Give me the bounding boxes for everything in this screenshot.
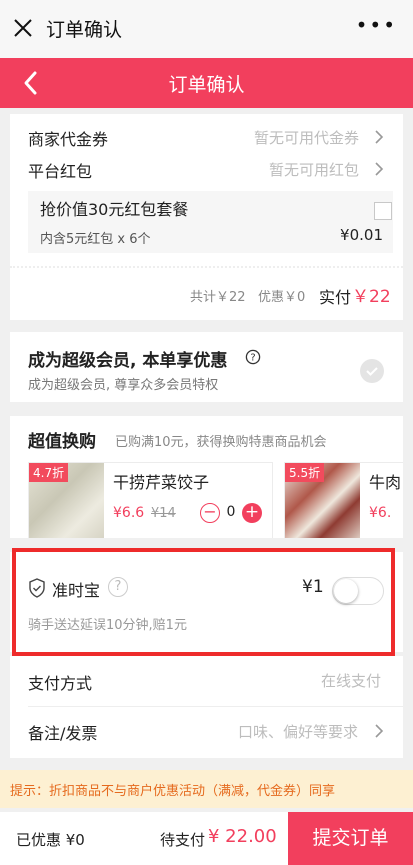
package-desc: 内含5元红包 x 6个 [40, 232, 151, 247]
svg-text:?: ? [250, 353, 255, 364]
payment-method-value: 在线支付 [321, 672, 382, 690]
platform-redpacket-value: 暂无可用红包 [269, 161, 360, 179]
divider [28, 706, 403, 707]
decrease-button[interactable]: − [200, 503, 220, 523]
discount-badge: 4.7折 [29, 463, 69, 482]
browser-title: 订单确认 [46, 19, 123, 41]
divider [10, 266, 403, 268]
product-card[interactable]: 5.5折 牛肉 ¥6. [284, 462, 403, 538]
summary-paid-value: ￥22 [352, 287, 391, 307]
question-circle-icon[interactable]: ? [245, 349, 261, 365]
product-name: 干捞芹菜饺子 [113, 473, 210, 492]
summary-total: 共计￥22 [190, 290, 246, 305]
discounts-card: 商家代金券 暂无可用代金券 平台红包 暂无可用红包 抢价值30元红包套餐 内含5… [10, 114, 403, 320]
vip-subtitle: 成为超级会员, 尊享众多会员特权 [28, 378, 219, 393]
redpacket-package: 抢价值30元红包套餐 内含5元红包 x 6个 ¥0.01 [28, 191, 393, 253]
saved-amount: 已优惠 ¥0 [16, 831, 85, 849]
quantity-value: 0 [226, 504, 236, 520]
remarks-label: 备注/发票 [28, 724, 98, 743]
product-price: ¥6. [369, 505, 392, 521]
highlight-box [12, 548, 395, 656]
increase-button[interactable]: + [242, 503, 262, 523]
chevron-right-icon [375, 130, 384, 144]
more-icon[interactable]: ••• [356, 13, 397, 37]
merchant-voucher-label: 商家代金券 [28, 130, 109, 149]
check-icon [366, 367, 378, 376]
chevron-right-icon [375, 162, 384, 176]
product-card[interactable]: 4.7折 干捞芹菜饺子 ¥6.6 ¥14 − 0 + [28, 462, 273, 538]
exchange-card: 超值换购 已购满10元，获得换购特惠商品机会 4.7折 干捞芹菜饺子 ¥6.6 … [10, 416, 403, 538]
chevron-right-icon [375, 724, 384, 738]
exchange-title: 超值换购 [28, 432, 96, 452]
product-old-price: ¥14 [151, 506, 176, 521]
tip-banner: 提示：折扣商品不与商户优惠活动（满减，代金券）同享 [0, 770, 413, 808]
browser-top-bar: 订单确认 ••• [0, 0, 413, 58]
merchant-voucher-value: 暂无可用代金券 [254, 129, 360, 147]
package-checkbox[interactable] [374, 202, 392, 220]
summary-paid-label: 实付 [319, 288, 352, 307]
product-name: 牛肉 [369, 473, 402, 492]
platform-redpacket-label: 平台红包 [28, 162, 93, 181]
bottom-bar: 已优惠 ¥0 待支付 ¥ 22.00 提交订单 [0, 812, 413, 865]
exchange-subtitle: 已购满10元，获得换购特惠商品机会 [115, 435, 327, 450]
to-pay-label: 待支付 [160, 831, 206, 849]
options-card: 支付方式 在线支付 备注/发票 口味、偏好等要求 [10, 656, 403, 758]
remarks-placeholder: 口味、偏好等要求 [238, 723, 359, 741]
package-price: ¥0.01 [340, 226, 383, 244]
page-header: 订单确认 [0, 58, 413, 108]
to-pay-amount: ¥ 22.00 [208, 826, 277, 847]
product-price: ¥6.6 [113, 505, 145, 521]
vip-title: 成为超级会员, 本单享优惠 [28, 351, 228, 371]
discount-badge: 5.5折 [285, 463, 325, 482]
submit-order-button[interactable]: 提交订单 [288, 812, 413, 865]
vip-card[interactable]: 成为超级会员, 本单享优惠 ? 成为超级会员, 尊享众多会员特权 [10, 332, 403, 402]
package-title: 抢价值30元红包套餐 [40, 200, 189, 219]
payment-method-label: 支付方式 [28, 674, 93, 693]
vip-checkbox[interactable] [360, 359, 384, 383]
page-title: 订单确认 [168, 74, 245, 96]
summary-discount: 优惠￥0 [258, 290, 306, 305]
close-icon[interactable] [12, 15, 34, 41]
